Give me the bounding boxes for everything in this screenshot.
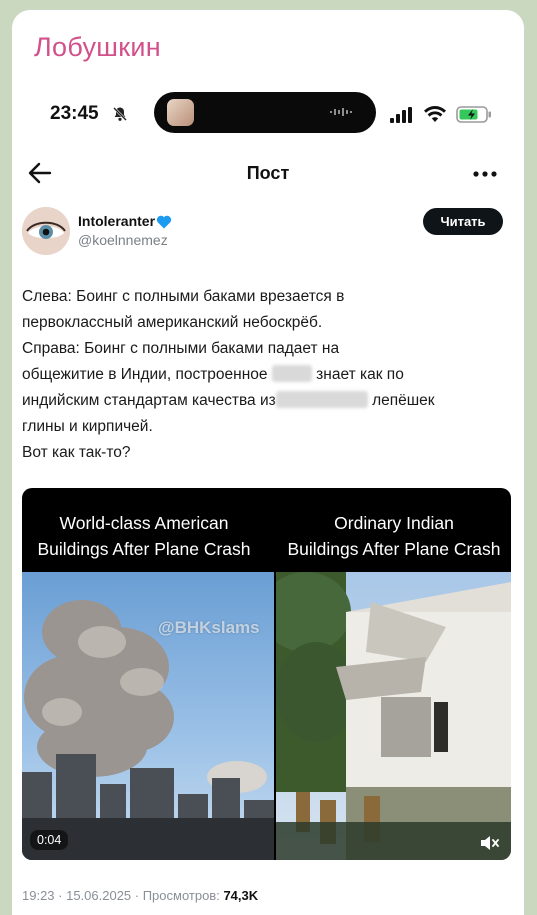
eye-icon <box>22 207 70 255</box>
channel-name[interactable]: Лобушкин <box>34 32 161 63</box>
caption-line: World-class American <box>59 513 229 533</box>
photo-crash-building <box>276 572 511 860</box>
now-playing-artwork <box>167 99 194 126</box>
post-line-part: знает как по <box>316 366 404 383</box>
post-line: первоклассный американский небоскрёб. <box>22 314 323 331</box>
dynamic-island[interactable] <box>154 92 376 133</box>
battery-icon <box>456 106 491 123</box>
post-timestamp: 19:23 · 15.06.2025 · Просмотров: <box>22 888 220 903</box>
video-duration-badge: 0:04 <box>30 830 69 850</box>
video-caption-left: World-class American Buildings After Pla… <box>22 510 266 562</box>
post-text: Слева: Боинг с полными баками врезается … <box>22 284 512 466</box>
mute-icon[interactable] <box>479 834 499 852</box>
status-time: 23:45 <box>50 103 99 124</box>
caption-line: Buildings After Plane Crash <box>287 539 501 559</box>
post-line: Вот как так-то? <box>22 444 131 461</box>
redacted-text <box>275 391 368 408</box>
post-line: Справа: Боинг с полными баками падает на <box>22 340 340 357</box>
bell-slash-icon <box>113 107 127 121</box>
photo-smoke-skyline <box>22 572 274 860</box>
caption-line: Ordinary Indian <box>334 513 454 533</box>
post-line-part: индийским стандартам качества из <box>22 392 276 409</box>
redacted-text <box>271 365 312 382</box>
author-name[interactable]: Intoleranter <box>78 213 155 229</box>
view-count: 74,3K <box>223 888 259 903</box>
signal-icon <box>390 107 412 123</box>
post-line-part: общежитие в Индии, построенное <box>22 366 268 383</box>
post-card: Лобушкин 23:45 Пост Intoleranter @koelnn… <box>12 10 524 915</box>
author-handle[interactable]: @koelnnemez <box>78 232 168 248</box>
wifi-icon <box>424 106 446 122</box>
video-watermark: @BHKslams <box>158 618 260 637</box>
post-line: индийским стандартам качества из лепёшек <box>22 388 512 414</box>
follow-button[interactable]: Читать <box>423 208 503 235</box>
post-line: Слева: Боинг с полными баками врезается … <box>22 288 345 305</box>
page-title: Пост <box>246 163 290 183</box>
video-player[interactable]: World-class American Buildings After Pla… <box>22 488 511 860</box>
heart-icon <box>156 215 172 228</box>
more-icon[interactable] <box>472 170 498 178</box>
caption-line: Buildings After Plane Crash <box>37 539 251 559</box>
post-line: глины и кирпичей. <box>22 418 153 435</box>
audio-wave-icon <box>330 108 352 116</box>
video-caption-right: Ordinary Indian Buildings After Plane Cr… <box>276 510 511 562</box>
avatar[interactable] <box>22 207 70 255</box>
post-line: общежитие в Индии, построенное знает как… <box>22 362 512 388</box>
post-line-part: лепёшек <box>372 392 435 409</box>
post-meta: 19:23 · 15.06.2025 · Просмотров: 74,3K <box>22 888 258 903</box>
author-name-row[interactable]: Intoleranter <box>78 211 172 231</box>
